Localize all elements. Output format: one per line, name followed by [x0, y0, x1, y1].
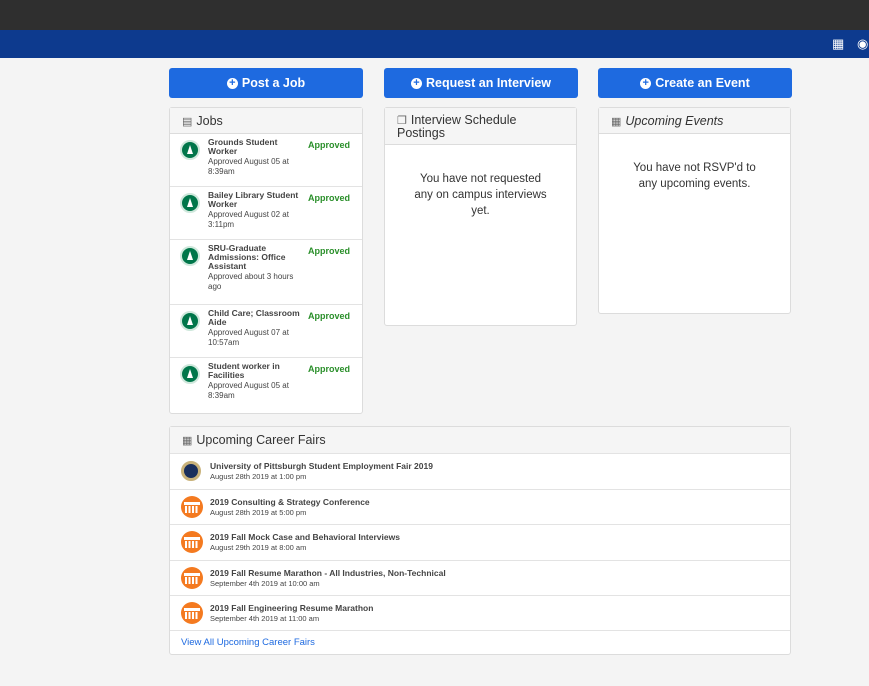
career-fair-item[interactable]: 2019 Consulting & Strategy Conference Au… [170, 488, 790, 525]
career-fair-title[interactable]: 2019 Fall Resume Marathon - All Industri… [210, 568, 790, 578]
view-all-career-fairs-link[interactable]: View All Upcoming Career Fairs [181, 637, 315, 648]
career-fairs-list: University of Pittsburgh Student Employm… [170, 453, 790, 631]
plus-circle-icon: + [226, 77, 238, 89]
job-title[interactable]: Child Care; Classroom Aide [208, 309, 308, 327]
events-empty-message: You have not RSVP'd to any upcoming even… [633, 162, 756, 190]
career-fair-date: August 28th 2019 at 1:00 pm [210, 472, 307, 481]
jobs-panel: ▤ Jobs Grounds Student Worker Approved Au… [169, 107, 363, 414]
job-title[interactable]: Grounds Student Worker [208, 138, 308, 156]
job-title[interactable]: Student worker in Facilities [208, 362, 308, 380]
briefcase-icon: ▤ [182, 116, 193, 128]
job-approved-date: Approved August 05 at 8:39am [208, 381, 289, 400]
job-title[interactable]: Bailey Library Student Worker [208, 191, 308, 209]
job-item[interactable]: Student worker in Facilities Approved Au… [170, 358, 362, 412]
uva-rotunda-icon [181, 495, 203, 518]
status-badge: Approved [308, 246, 351, 256]
status-badge: Approved [308, 364, 351, 374]
school-logo-icon [180, 140, 200, 160]
request-interview-button[interactable]: + Request an Interview [384, 68, 578, 98]
interview-panel-header: ❐ Interview Schedule Postings [385, 108, 576, 145]
request-interview-label: Request an Interview [425, 76, 552, 90]
calendar-icon: ▦ [611, 116, 622, 128]
post-job-button[interactable]: + Post a Job [169, 68, 363, 98]
job-approved-date: Approved August 05 at 8:39am [208, 157, 289, 176]
career-fair-item[interactable]: 2019 Fall Engineering Resume Marathon Se… [170, 595, 790, 631]
career-fair-item[interactable]: University of Pittsburgh Student Employm… [170, 453, 790, 489]
jobs-panel-header: ▤ Jobs [170, 108, 362, 134]
uva-rotunda-icon [181, 602, 203, 624]
top-system-bar [0, 0, 869, 30]
post-job-label: Post a Job [241, 76, 306, 90]
uva-rotunda-icon [181, 531, 203, 553]
career-fairs-panel: ▦ Upcoming Career Fairs University of Pit… [169, 426, 791, 655]
jobs-list: Grounds Student Worker Approved August 0… [170, 134, 362, 412]
events-panel-header: ▦ Upcoming Events [599, 108, 790, 134]
career-fair-title[interactable]: 2019 Fall Mock Case and Behavioral Inter… [210, 532, 790, 542]
status-badge: Approved [308, 193, 351, 203]
school-logo-icon [180, 246, 200, 266]
jobs-panel-title: Jobs [196, 114, 223, 128]
career-fair-date: August 28th 2019 at 5:00 pm [210, 507, 307, 517]
interview-empty-message: You have not requested any on campus int… [414, 173, 547, 217]
school-logo-icon [180, 193, 200, 213]
events-panel-title: Upcoming Events [625, 114, 724, 128]
career-fair-date: September 4th 2019 at 10:00 am [210, 578, 320, 588]
school-logo-icon [180, 364, 200, 384]
career-fair-title[interactable]: University of Pittsburgh Student Employm… [210, 461, 790, 471]
school-logo-icon [180, 311, 200, 331]
create-event-label: Create an Event [655, 76, 750, 90]
plus-circle-icon: + [410, 77, 422, 89]
career-fairs-title: Upcoming Career Fairs [196, 433, 326, 447]
calendar-icon[interactable]: ▦ [832, 37, 844, 51]
job-item[interactable]: Bailey Library Student Worker Approved A… [170, 187, 362, 240]
chat-icon[interactable]: ◉ [857, 37, 868, 51]
job-item[interactable]: Grounds Student Worker Approved August 0… [170, 134, 362, 187]
career-fair-title[interactable]: 2019 Consulting & Strategy Conference [210, 497, 790, 507]
job-approved-date: Approved August 02 at 3:11pm [208, 210, 289, 229]
calendar-icon: ▦ [182, 435, 193, 447]
status-badge: Approved [308, 311, 351, 321]
career-fair-date: September 4th 2019 at 11:00 am [210, 614, 320, 623]
job-item[interactable]: SRU-Graduate Admissions: Office Assistan… [170, 240, 362, 305]
job-title[interactable]: SRU-Graduate Admissions: Office Assistan… [208, 244, 308, 271]
pitt-seal-icon [181, 461, 201, 481]
career-fair-date: August 29th 2019 at 8:00 am [210, 543, 307, 552]
interview-schedule-panel: ❐ Interview Schedule Postings You have no… [384, 107, 577, 326]
uva-rotunda-icon [181, 566, 203, 589]
app-nav-bar: ▦ ◉ [0, 30, 869, 58]
job-approved-date: Approved about 3 hours ago [208, 272, 294, 291]
job-approved-date: Approved August 07 at 10:57am [208, 328, 289, 347]
career-fair-item[interactable]: 2019 Fall Resume Marathon - All Industri… [170, 559, 790, 596]
career-fair-title[interactable]: 2019 Fall Engineering Resume Marathon [210, 603, 790, 613]
plus-circle-icon: + [640, 77, 652, 89]
upcoming-events-panel: ▦ Upcoming Events You have not RSVP'd to … [598, 107, 791, 314]
status-badge: Approved [308, 140, 351, 150]
job-item[interactable]: Child Care; Classroom Aide Approved Augu… [170, 305, 362, 358]
interview-panel-title: Interview Schedule Postings [397, 113, 517, 140]
career-fair-item[interactable]: 2019 Fall Mock Case and Behavioral Inter… [170, 524, 790, 560]
create-event-button[interactable]: + Create an Event [598, 68, 792, 98]
career-fairs-header: ▦ Upcoming Career Fairs [170, 427, 790, 453]
